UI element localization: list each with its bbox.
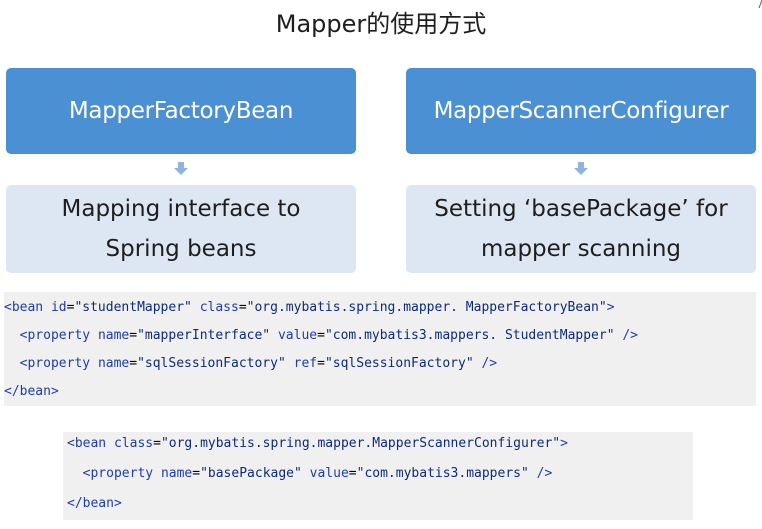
left-description-line-2: Spring beans (105, 236, 257, 262)
code1-line-3: <property name="sqlSessionFactory" ref="… (19, 356, 498, 371)
diagram-title: Mapper的使用方式 (275, 10, 487, 38)
mapper-scanner-configurer-header: MapperScannerConfigurer (406, 68, 756, 154)
mapper-scanner-configurer-xml: <bean class="org.mybatis.spring.mapper.M… (63, 432, 693, 520)
mapper-factory-bean-description: Mapping interface to Spring beans (6, 185, 356, 273)
left-description-line-1: Mapping interface to (61, 196, 301, 222)
code2-line-1: <bean class="org.mybatis.spring.mapper.M… (67, 436, 568, 451)
code1-line-1: <bean id="studentMapper" class="org.myba… (4, 300, 615, 315)
right-description-line-2: mapper scanning (480, 236, 682, 262)
code2-line-3: </bean> (67, 496, 122, 511)
code1-line-4: </bean> (4, 384, 59, 399)
code1-line-2: <property name="mapperInterface" value="… (19, 328, 639, 343)
right-description-line-1: Setting ‘basePackage’ for (434, 196, 728, 222)
mapper-factory-bean-xml: <bean id="studentMapper" class="org.myba… (4, 292, 756, 406)
down-arrow-icon-right (574, 162, 588, 175)
code2-line-2: <property name="basePackage" value="com.… (82, 466, 553, 481)
mapper-factory-bean-header: MapperFactoryBean (6, 68, 356, 154)
down-arrow-icon-left (174, 162, 188, 175)
mapper-scanner-configurer-description: Setting ‘basePackage’ for mapper scannin… (406, 185, 756, 273)
